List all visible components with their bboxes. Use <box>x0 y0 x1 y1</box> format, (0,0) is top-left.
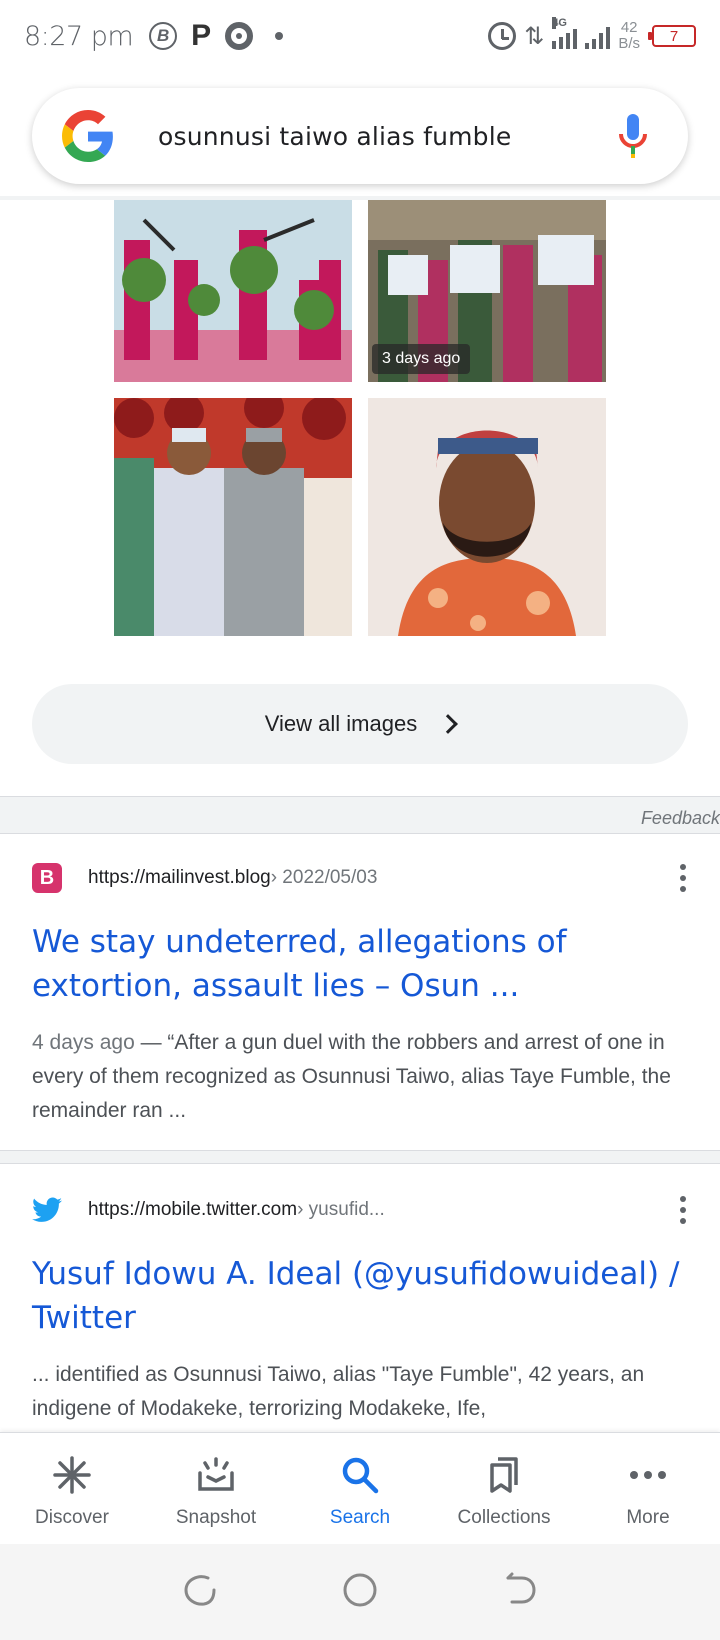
network-type: 4G <box>552 17 567 29</box>
snapshot-icon <box>194 1453 238 1497</box>
nav-discover[interactable]: Discover <box>0 1433 144 1544</box>
battery-icon: 7 <box>648 25 696 47</box>
result-title-link[interactable]: Yusuf Idowu A. Ideal (@yusufidowuideal) … <box>32 1252 688 1340</box>
bottom-navigation: Discover Snapshot Search Collections Mor… <box>0 1432 720 1544</box>
nav-snapshot[interactable]: Snapshot <box>144 1433 288 1544</box>
back-icon[interactable] <box>502 1572 538 1613</box>
asterisk-icon <box>50 1453 94 1497</box>
result-snippet: ... identified as Osunnusi Taiwo, alias … <box>32 1363 645 1420</box>
search-result: B https://mailinvest.blog › 2022/05/03 W… <box>0 858 720 1128</box>
search-input[interactable]: osunnusi taiwo alias fumble <box>158 122 618 151</box>
result-breadcrumb: › yusufid... <box>297 1199 385 1220</box>
twitter-bird-icon <box>32 1195 62 1225</box>
chevron-right-icon <box>438 714 459 734</box>
b-app-icon: B <box>149 22 178 50</box>
signal-2-icon <box>585 23 611 49</box>
image-result-2[interactable]: 3 days ago <box>368 200 606 382</box>
status-bar: 8:27 pm B P ⇅ 4G 42 B/s 7 <box>0 0 720 72</box>
p-app-icon: P <box>191 19 212 52</box>
result-source[interactable]: https://mobile.twitter.com › yusufid... <box>32 1190 688 1230</box>
nav-search-label: Search <box>329 1507 391 1528</box>
recent-apps-icon[interactable] <box>182 1572 218 1613</box>
result-snippet: 4 days ago — “After a gun duel with the … <box>32 1026 688 1128</box>
nav-discover-label: Discover <box>35 1507 109 1528</box>
network-speed: 42 B/s <box>618 20 640 52</box>
status-time: 8:27 pm <box>24 20 134 52</box>
chrome-icon <box>225 22 254 50</box>
data-transfer-icon: ⇅ <box>524 22 545 50</box>
nav-more-label: More <box>626 1507 670 1528</box>
image-result-1[interactable] <box>114 200 352 382</box>
view-all-images-button[interactable]: View all images <box>32 684 688 764</box>
result-source[interactable]: B https://mailinvest.blog › 2022/05/03 <box>32 858 688 898</box>
feedback-link[interactable]: Feedback <box>641 808 720 829</box>
result-title-link[interactable]: We stay undeterred, allegations of extor… <box>32 920 688 1008</box>
nav-collections[interactable]: Collections <box>432 1433 576 1544</box>
section-separator <box>0 796 720 834</box>
more-options-icon[interactable] <box>678 864 688 892</box>
image-date-badge: 3 days ago <box>372 344 471 374</box>
result-separator <box>0 1150 720 1164</box>
more-options-icon[interactable] <box>678 1196 688 1224</box>
image-result-4[interactable] <box>368 398 606 636</box>
site-favicon: B <box>32 863 62 893</box>
search-result: https://mobile.twitter.com › yusufid... … <box>0 1190 720 1426</box>
network-speed-value: 42 <box>620 19 638 36</box>
result-url: https://mailinvest.blog <box>88 867 271 888</box>
nav-search[interactable]: Search <box>288 1433 432 1544</box>
result-date: 4 days ago <box>32 1031 135 1054</box>
google-logo-icon[interactable] <box>62 110 114 162</box>
nav-snapshot-label: Snapshot <box>175 1507 257 1528</box>
nav-collections-label: Collections <box>457 1507 551 1528</box>
image-result-3[interactable] <box>114 398 352 636</box>
header-divider <box>0 196 720 200</box>
alarm-icon <box>488 22 517 50</box>
bookmarks-icon <box>482 1453 526 1497</box>
signal-4g-icon: 4G <box>552 17 578 49</box>
search-icon <box>338 1453 382 1497</box>
more-horiz-icon <box>626 1453 670 1497</box>
view-all-images-label: View all images <box>264 711 418 736</box>
notification-icons: B P <box>149 19 284 53</box>
more-notifications-dot-icon <box>275 32 284 40</box>
home-icon[interactable] <box>341 1571 379 1614</box>
result-breadcrumb: › 2022/05/03 <box>270 867 378 888</box>
network-speed-unit: B/s <box>618 35 640 52</box>
system-status-icons: ⇅ 4G 42 B/s 7 <box>488 17 696 52</box>
search-bar[interactable]: osunnusi taiwo alias fumble <box>32 88 688 184</box>
system-navigation-bar <box>0 1544 720 1640</box>
battery-level: 7 <box>669 27 679 45</box>
mic-icon[interactable] <box>618 112 648 160</box>
nav-more[interactable]: More <box>576 1433 720 1544</box>
result-url: https://mobile.twitter.com <box>88 1199 298 1220</box>
